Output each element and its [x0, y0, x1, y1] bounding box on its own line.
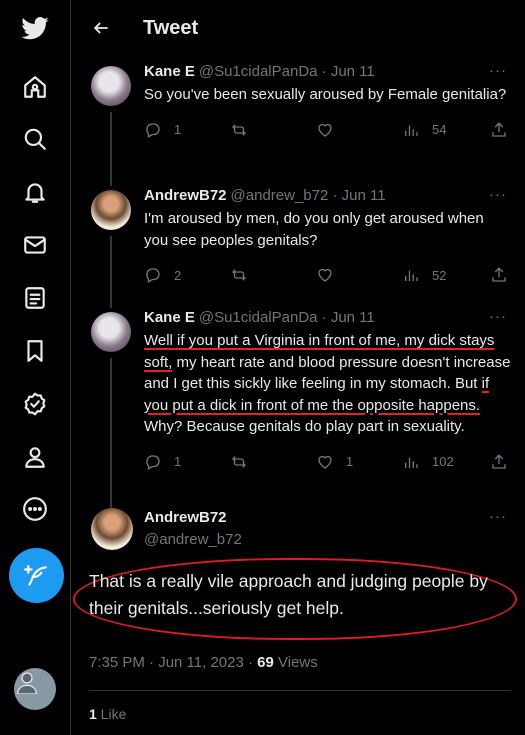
page-header: Tweet — [71, 0, 525, 56]
reply-icon — [146, 268, 160, 283]
author-name[interactable]: AndrewB72 — [144, 508, 242, 528]
views-button[interactable]: 102 — [402, 453, 490, 471]
lists-icon[interactable] — [20, 283, 50, 313]
retweet-icon — [232, 123, 246, 136]
verified-icon[interactable] — [20, 389, 50, 419]
views-count: 69 — [257, 654, 274, 671]
share-icon — [492, 267, 506, 282]
bookmarks-icon[interactable] — [20, 336, 50, 366]
author-name[interactable]: Kane E — [144, 62, 195, 82]
nav-rail — [0, 0, 70, 735]
likes-count: 1 — [89, 706, 97, 722]
tweet-text: That is a really vile approach and judgi… — [89, 571, 488, 618]
back-arrow-icon[interactable] — [89, 16, 113, 40]
likes-link[interactable]: 1 Like — [89, 706, 126, 722]
avatar[interactable] — [91, 190, 131, 230]
more-options-icon[interactable]: ··· — [489, 186, 507, 203]
reply-button[interactable]: 1 — [144, 453, 230, 471]
views-chart-icon — [405, 270, 418, 281]
share-icon — [492, 121, 506, 137]
avatar[interactable] — [91, 508, 133, 550]
author-name[interactable]: AndrewB72 — [144, 186, 227, 206]
author-handle[interactable]: @Su1cidalPanDa · Jun 11 — [199, 308, 375, 328]
views-chart-icon — [405, 125, 418, 136]
author-handle[interactable]: @andrew_b72 · Jun 11 — [231, 186, 386, 206]
author-handle[interactable]: @Su1cidalPanDa · Jun 11 — [199, 62, 375, 82]
share-button[interactable] — [490, 266, 508, 284]
reply-icon — [146, 122, 160, 138]
likes-label: Like — [96, 706, 127, 722]
search-icon[interactable] — [20, 124, 50, 154]
reply-tweet[interactable]: AndrewB72 @andrew_b72 · Jun 11 ··· I'm a… — [71, 186, 525, 308]
default-avatar-icon — [17, 672, 37, 695]
compose-tweet-button[interactable] — [9, 548, 64, 603]
avatar[interactable] — [91, 66, 131, 106]
retweet-icon — [232, 269, 246, 281]
views-button[interactable]: 52 — [402, 266, 490, 284]
twitter-logo-icon[interactable] — [20, 14, 50, 44]
retweet-button[interactable] — [230, 266, 316, 284]
retweet-icon — [232, 455, 246, 468]
page-title: Tweet — [143, 16, 199, 39]
views-count: 52 — [432, 267, 447, 283]
thread-line — [110, 112, 112, 186]
focused-tweet: AndrewB72 @andrew_b72 ··· That is a real… — [71, 508, 525, 733]
tweet-timestamp[interactable]: 7:35 PM · Jun 11, 2023 · 69 Views — [89, 654, 318, 671]
home-icon[interactable] — [20, 72, 50, 102]
notifications-icon[interactable] — [20, 177, 50, 207]
tweet-text: I'm aroused by men, do you only get arou… — [144, 210, 484, 249]
text-segment: Why? Because genitals do play part in se… — [144, 418, 465, 435]
reply-tweet[interactable]: Kane E @Su1cidalPanDa · Jun 11 ··· So yo… — [71, 62, 525, 186]
messages-icon[interactable] — [20, 230, 50, 260]
heart-icon — [318, 268, 332, 282]
author-handle[interactable]: @andrew_b72 — [144, 530, 242, 550]
heart-icon — [318, 123, 332, 137]
timestamp-text: 7:35 PM · Jun 11, 2023 · — [89, 654, 258, 671]
tweet-detail-column: Tweet Kane E @Su1cidalPanDa · Jun 11 ···… — [70, 0, 525, 735]
reply-count: 2 — [174, 267, 182, 283]
like-button[interactable] — [316, 121, 402, 139]
reply-count: 1 — [174, 122, 182, 137]
views-count: 102 — [432, 454, 454, 469]
share-icon — [492, 453, 506, 469]
text-segment: my heart rate and blood pressure doesn't… — [144, 353, 511, 393]
views-count: 54 — [432, 122, 447, 137]
divider — [89, 690, 511, 691]
reply-button[interactable]: 1 — [144, 121, 230, 139]
like-button[interactable]: 1 — [316, 453, 402, 471]
avatar[interactable] — [91, 312, 131, 352]
like-button[interactable] — [316, 266, 402, 284]
retweet-button[interactable] — [230, 453, 316, 471]
views-chart-icon — [405, 457, 418, 468]
profile-icon[interactable] — [20, 442, 50, 472]
reply-icon — [146, 454, 160, 470]
heart-icon — [318, 455, 332, 469]
author-name[interactable]: Kane E — [144, 308, 195, 328]
more-options-icon[interactable]: ··· — [489, 308, 507, 325]
more-icon[interactable] — [20, 494, 50, 524]
action-bar: 1 1 102 — [144, 452, 511, 472]
feather-plus-icon — [23, 564, 47, 586]
tweet-text: So you've been sexually aroused by Femal… — [144, 86, 507, 103]
tweet-text: Well if you put a Virginia in front of m… — [144, 330, 511, 438]
share-button[interactable] — [490, 453, 508, 471]
account-avatar[interactable] — [14, 668, 56, 710]
reply-button[interactable]: 2 — [144, 266, 230, 284]
thread-line — [110, 358, 112, 508]
views-button[interactable]: 54 — [402, 121, 490, 139]
reply-count: 1 — [174, 454, 182, 469]
more-options-icon[interactable]: ··· — [489, 508, 507, 525]
thread-line — [110, 236, 112, 308]
reply-tweet[interactable]: Kane E @Su1cidalPanDa · Jun 11 ··· Well … — [71, 308, 525, 508]
retweet-button[interactable] — [230, 121, 316, 139]
share-button[interactable] — [490, 121, 508, 139]
views-label: Views — [273, 654, 318, 671]
action-bar: 1 54 — [144, 120, 511, 140]
like-count: 1 — [346, 454, 354, 469]
action-bar: 2 52 — [144, 265, 511, 285]
more-options-icon[interactable]: ··· — [489, 62, 507, 79]
